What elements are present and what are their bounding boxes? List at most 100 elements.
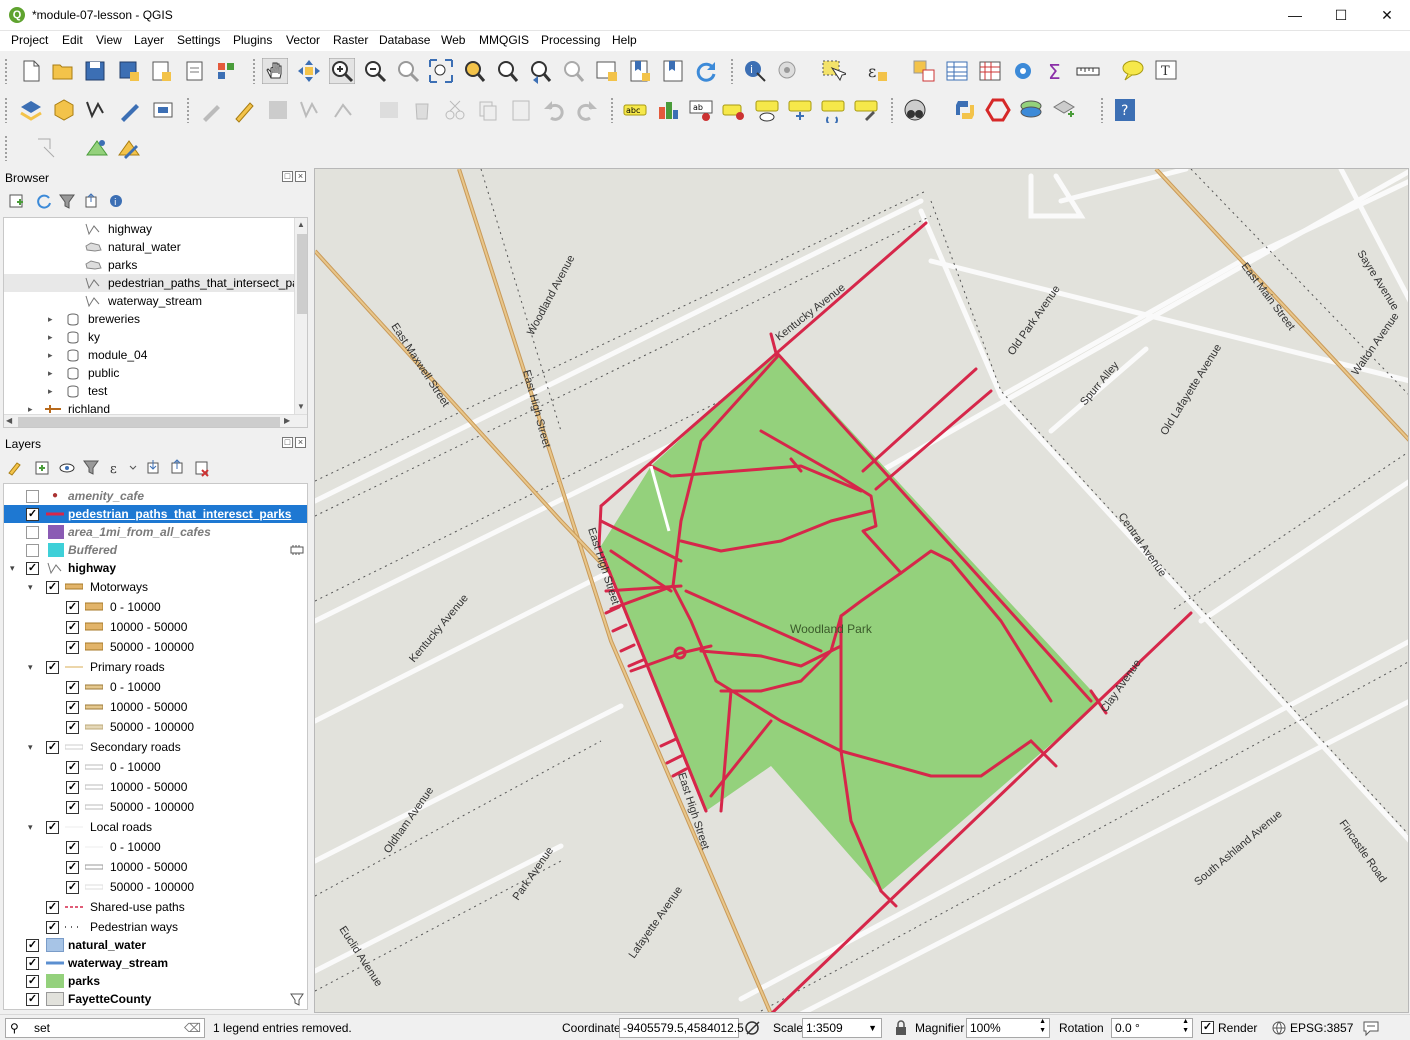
legend-checkbox[interactable]: ✓	[46, 901, 59, 914]
python-console-icon[interactable]	[952, 97, 978, 123]
data-source-manager-icon[interactable]	[18, 97, 44, 123]
paste-features-icon[interactable]	[508, 97, 534, 123]
collapse-arrow-icon[interactable]: ▾	[28, 658, 38, 676]
expand-arrow-icon[interactable]: ▸	[48, 364, 53, 382]
modify-attributes-icon[interactable]	[376, 97, 402, 123]
zoom-to-selection-icon[interactable]	[461, 58, 487, 84]
statistics-icon[interactable]	[977, 58, 1003, 84]
legend-motorways[interactable]: ▾ ✓ Motorways	[4, 578, 307, 596]
georeferencer-icon[interactable]	[34, 135, 60, 161]
run-feature-action-icon[interactable]	[775, 58, 801, 84]
chevron-down-icon[interactable]: ▼	[868, 1019, 877, 1037]
scrollbar-thumb[interactable]	[18, 417, 280, 427]
scale-field[interactable]: 1:3509 ▼	[802, 1018, 882, 1038]
info-icon[interactable]: i	[110, 195, 122, 208]
delete-selected-icon[interactable]	[409, 97, 435, 123]
scrollbar-thumb[interactable]	[297, 234, 307, 314]
diagram-options-icon[interactable]	[655, 97, 681, 123]
collapse-all-icon[interactable]	[85, 193, 97, 208]
scroll-right-icon[interactable]: ▶	[284, 416, 290, 425]
attribute-table-icon[interactable]	[944, 58, 970, 84]
save-edits-icon[interactable]	[265, 97, 291, 123]
osm-download-icon[interactable]	[902, 97, 928, 123]
close-panel-icon[interactable]: ×	[295, 171, 306, 182]
legend-checkbox[interactable]: ✓	[66, 801, 79, 814]
collapse-arrow-icon[interactable]: ▾	[28, 818, 38, 836]
current-edits-icon[interactable]	[199, 97, 225, 123]
coordinate-field[interactable]: -9405579.5,4584012.5	[619, 1018, 744, 1038]
legend-primary-0-10000[interactable]: ✓ 0 - 10000	[4, 678, 307, 696]
spin-buttons-icon[interactable]: ▲ ▼	[1182, 1017, 1189, 1035]
clear-icon[interactable]: ⌫	[184, 1019, 201, 1037]
toolbox-gear-icon[interactable]	[1010, 58, 1036, 84]
rotation-field[interactable]: 0.0 ° ▲ ▼	[1111, 1018, 1193, 1038]
collapse-arrow-icon[interactable]: ▾	[10, 559, 20, 577]
legend-motorways-50000-100000[interactable]: ✓ 50000 - 100000	[4, 638, 307, 656]
scroll-down-icon[interactable]: ▼	[297, 402, 305, 411]
legend-secondary-50000-100000[interactable]: ✓ 50000 - 100000	[4, 798, 307, 816]
menu-project[interactable]: Project	[11, 33, 48, 47]
menu-database[interactable]: Database	[379, 33, 430, 47]
legend-checkbox[interactable]: ✓	[66, 761, 79, 774]
new-project-icon[interactable]	[18, 58, 44, 84]
browser-horizontal-scrollbar[interactable]: ◀ ▶	[4, 414, 307, 427]
new-geopackage-icon[interactable]	[51, 97, 77, 123]
change-label-icon[interactable]	[853, 97, 879, 123]
legend-pedestrian-ways[interactable]: ✓ Pedestrian ways	[4, 918, 307, 936]
legend-local-10000-50000[interactable]: ✓ 10000 - 50000	[4, 858, 307, 876]
float-panel-icon[interactable]: □	[282, 171, 293, 182]
layer-fayette-county[interactable]: ✓ FayetteCounty	[4, 990, 307, 1008]
menu-mmqgis[interactable]: MMQGIS	[479, 33, 529, 47]
sum-icon[interactable]: Σ	[1043, 58, 1069, 84]
legend-checkbox[interactable]: ✓	[66, 681, 79, 694]
select-features-icon[interactable]	[820, 58, 846, 84]
legend-primary-50000-100000[interactable]: ✓ 50000 - 100000	[4, 718, 307, 736]
scroll-up-icon[interactable]: ▲	[297, 220, 305, 229]
polygon-tool-icon[interactable]	[985, 97, 1011, 123]
layer-waterway-stream[interactable]: ✓ waterway_stream	[4, 954, 307, 972]
highlight-pinned-icon[interactable]	[721, 97, 747, 123]
help-icon[interactable]: ?	[1112, 97, 1138, 123]
layer-parks[interactable]: ✓ parks	[4, 972, 307, 990]
show-bookmarks-icon[interactable]	[660, 58, 686, 84]
show-hide-labels-icon[interactable]	[754, 97, 780, 123]
legend-checkbox[interactable]: ✓	[66, 621, 79, 634]
legend-primary-roads[interactable]: ▾ ✓ Primary roads	[4, 658, 307, 676]
copy-features-icon[interactable]	[475, 97, 501, 123]
layer-checkbox[interactable]	[26, 544, 39, 557]
map-canvas[interactable]: Kentucky Avenue Woodland Avenue East Max…	[314, 168, 1409, 1013]
layer-buffered[interactable]: Buffered	[4, 541, 307, 559]
zoom-native-icon[interactable]	[395, 58, 421, 84]
legend-primary-10000-50000[interactable]: ✓ 10000 - 50000	[4, 698, 307, 716]
raster-tool-icon[interactable]	[84, 135, 110, 161]
legend-secondary-roads[interactable]: ▾ ✓ Secondary roads	[4, 738, 307, 756]
zoom-last-icon[interactable]	[527, 58, 553, 84]
legend-local-50000-100000[interactable]: ✓ 50000 - 100000	[4, 878, 307, 896]
filter-legend-icon[interactable]	[83, 460, 99, 475]
select-by-expression-icon[interactable]: ε	[864, 58, 890, 84]
digitize-icon[interactable]	[117, 97, 143, 123]
messages-icon[interactable]	[1362, 1019, 1380, 1037]
legend-motorways-10000-50000[interactable]: ✓ 10000 - 50000	[4, 618, 307, 636]
collapse-all-icon[interactable]	[171, 459, 183, 474]
legend-checkbox[interactable]: ✓	[46, 661, 59, 674]
pan-map-icon[interactable]	[262, 58, 288, 84]
layer-stack-icon[interactable]	[1018, 97, 1044, 123]
menu-processing[interactable]: Processing	[541, 33, 600, 47]
expand-arrow-icon[interactable]: ▸	[48, 346, 53, 364]
save-project-icon[interactable]	[82, 58, 108, 84]
layer-checkbox[interactable]	[26, 526, 39, 539]
minimize-button[interactable]: —	[1272, 0, 1318, 31]
zoom-out-icon[interactable]	[362, 58, 388, 84]
scroll-left-icon[interactable]: ◀	[6, 416, 12, 425]
menu-help[interactable]: Help	[612, 33, 637, 47]
maximize-button[interactable]: ☐	[1318, 0, 1364, 31]
legend-local-roads[interactable]: ▾ ✓ Local roads	[4, 818, 307, 836]
style-layer-icon[interactable]	[8, 462, 21, 476]
legend-checkbox[interactable]: ✓	[46, 581, 59, 594]
vertex-tool-icon[interactable]	[331, 97, 357, 123]
new-shapefile-icon[interactable]	[84, 97, 110, 123]
save-as-icon[interactable]	[116, 58, 142, 84]
layer-checkbox[interactable]: ✓	[26, 975, 39, 988]
layer-pedestrian-paths-selected[interactable]: ✓ pedestrian_paths_that_interesct_parks	[4, 505, 307, 523]
